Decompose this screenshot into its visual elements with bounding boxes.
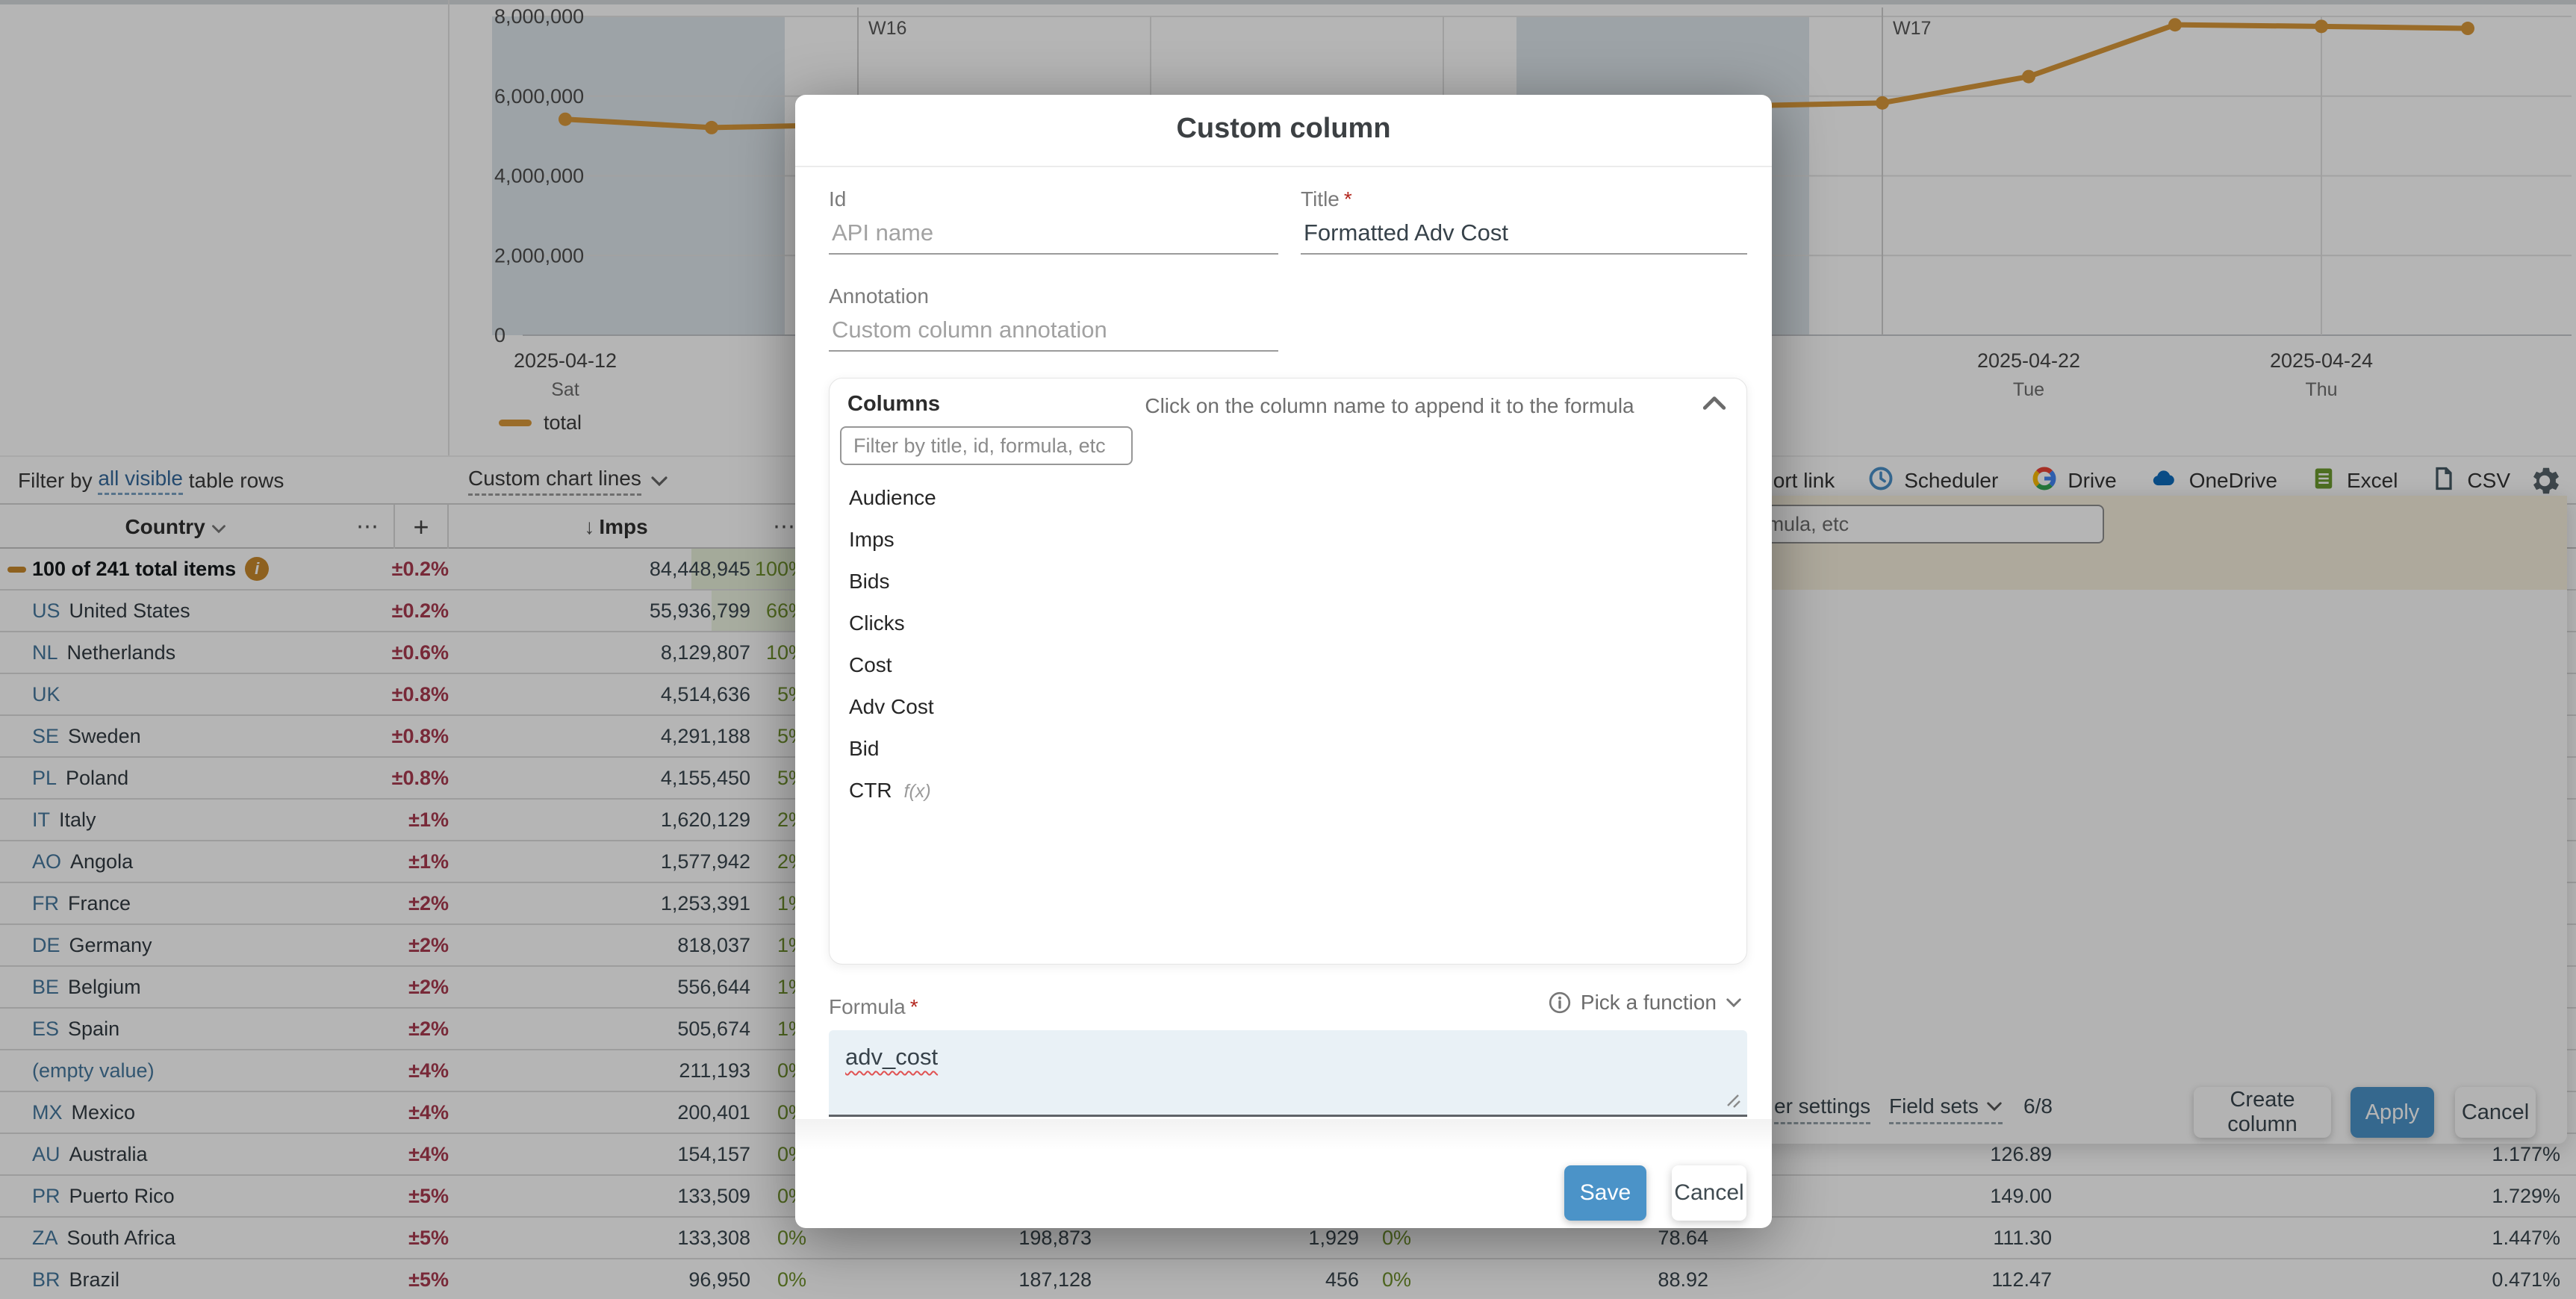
- modal-title: Custom column: [795, 113, 1772, 145]
- column-item-bid[interactable]: Bid: [830, 728, 1746, 770]
- formula-value: adv_cost: [845, 1044, 938, 1070]
- column-item-cost[interactable]: Cost: [830, 644, 1746, 686]
- column-item-label: Adv Cost: [849, 695, 934, 718]
- column-item-label: Bid: [849, 737, 879, 760]
- column-item-bids[interactable]: Bids: [830, 561, 1746, 602]
- modal-header-divider: [795, 166, 1772, 167]
- modal-cancel-button[interactable]: Cancel: [1672, 1165, 1746, 1221]
- column-item-label: Clicks: [849, 611, 905, 635]
- columns-card-title: Columns: [847, 392, 940, 417]
- formula-textarea[interactable]: adv_cost: [829, 1030, 1747, 1117]
- app-root: 02,000,0004,000,0006,000,0008,000,000W16…: [0, 0, 2576, 1299]
- columns-filter-input[interactable]: [840, 426, 1133, 465]
- column-item-ctr[interactable]: CTR f(x): [830, 770, 1746, 812]
- column-item-imps[interactable]: Imps: [830, 519, 1746, 561]
- custom-column-modal: Custom column Id Title* Annotation Colum…: [795, 95, 1772, 1228]
- chevron-up-icon: [1702, 395, 1727, 411]
- title-field-label: Title*: [1301, 187, 1352, 211]
- columns-list: Audience Imps Bids Clicks Cost Adv Cost Bid CTR…: [830, 477, 1746, 812]
- formula-field-label: Formula*: [829, 995, 918, 1019]
- modal-footer-fade: [795, 1119, 1772, 1150]
- column-item-clicks[interactable]: Clicks: [830, 602, 1746, 644]
- info-icon: [1548, 991, 1572, 1015]
- column-item-label: Cost: [849, 653, 892, 676]
- column-item-label: CTR: [849, 779, 892, 802]
- save-button[interactable]: Save: [1564, 1165, 1646, 1221]
- column-item-adv-cost[interactable]: Adv Cost: [830, 686, 1746, 728]
- pick-function-dropdown[interactable]: Pick a function: [1548, 991, 1742, 1015]
- resize-handle-icon[interactable]: [1722, 1089, 1741, 1109]
- column-item-label: Imps: [849, 528, 895, 551]
- columns-card-hint: Click on the column name to append it to…: [1128, 394, 1651, 418]
- formula-column-badge: f(x): [904, 781, 931, 802]
- columns-card: Columns Click on the column name to appe…: [829, 378, 1747, 965]
- chevron-down-icon: [1726, 997, 1742, 1008]
- id-input[interactable]: [829, 213, 1278, 255]
- column-item-label: Bids: [849, 570, 889, 593]
- required-marker: *: [910, 995, 918, 1018]
- id-field-label: Id: [829, 187, 846, 211]
- column-item-audience[interactable]: Audience: [830, 477, 1746, 519]
- title-input[interactable]: [1301, 213, 1747, 255]
- collapse-columns-button[interactable]: [1702, 395, 1727, 415]
- annotation-field-label: Annotation: [829, 284, 929, 308]
- column-item-label: Audience: [849, 486, 936, 509]
- annotation-input[interactable]: [829, 310, 1278, 352]
- required-marker: *: [1344, 187, 1352, 211]
